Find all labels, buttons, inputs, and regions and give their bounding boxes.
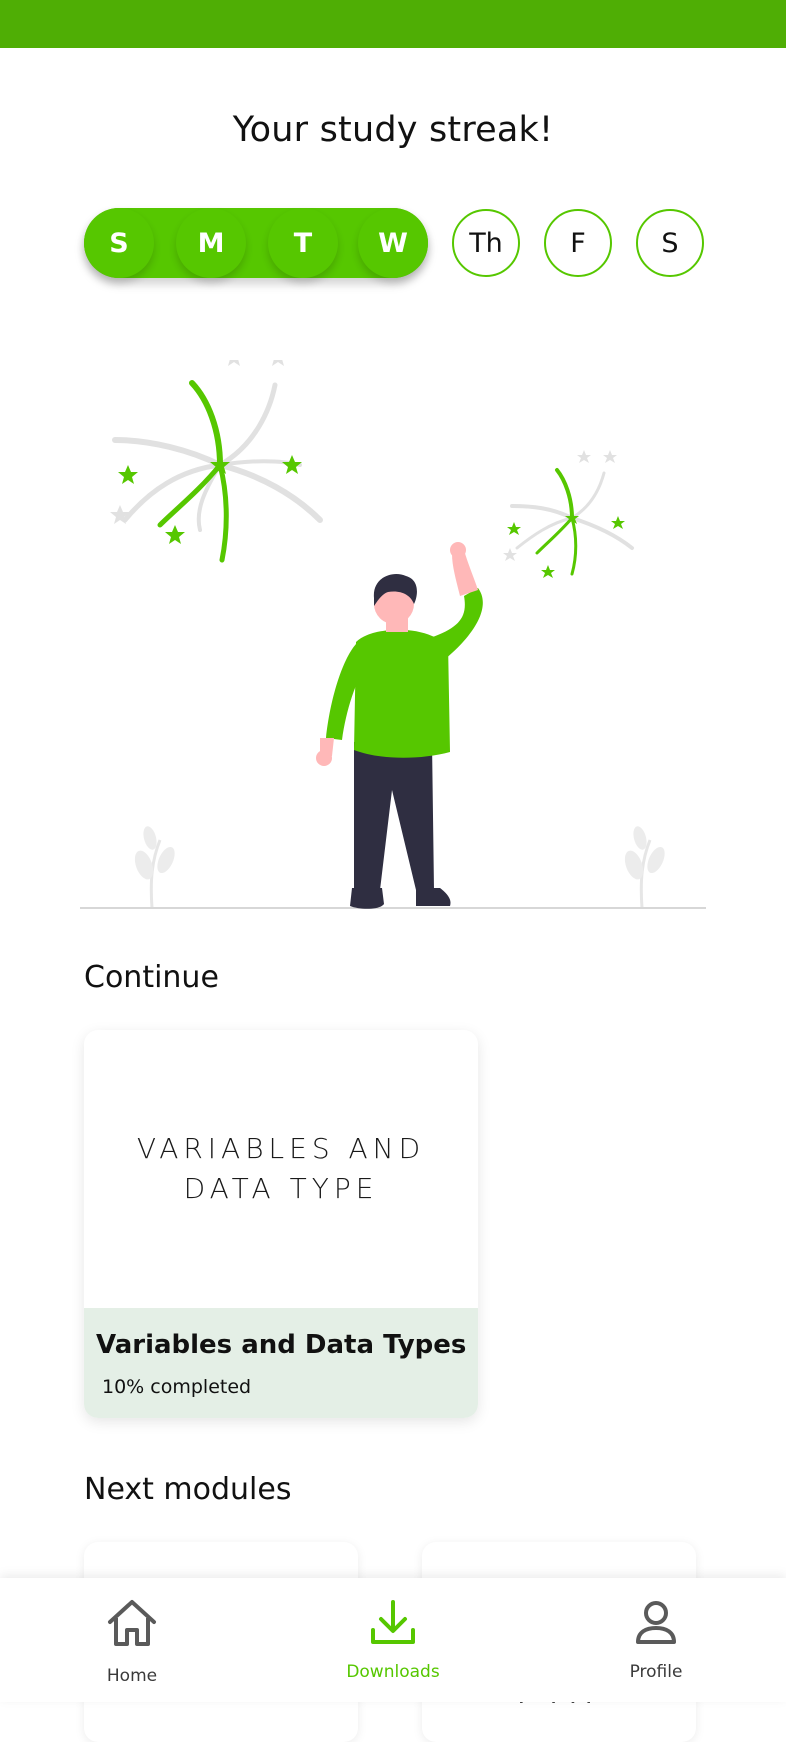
- firework-small-icon: [503, 450, 634, 578]
- firework-large-icon: [110, 360, 323, 563]
- plant-left-icon: [134, 826, 175, 909]
- nav-item-downloads[interactable]: Downloads: [293, 1578, 493, 1702]
- streak-day-thursday: Th: [452, 209, 520, 277]
- streak-day-tuesday: T: [268, 208, 338, 278]
- nav-label-profile: Profile: [629, 1662, 683, 1682]
- plant-right-icon: [624, 826, 665, 909]
- course-card-progress: 10% completed: [102, 1376, 252, 1398]
- continue-section-title: Continue: [84, 960, 219, 995]
- celebration-illustration: [80, 360, 706, 909]
- continue-course-card[interactable]: VARIABLES AND DATA TYPE Variables and Da…: [84, 1030, 478, 1418]
- nav-label-home: Home: [106, 1666, 158, 1686]
- bottom-navigation: Home Downloads Profile: [0, 1578, 786, 1702]
- home-icon: [108, 1600, 156, 1646]
- nav-item-home[interactable]: Home: [32, 1578, 232, 1702]
- course-thumbnail-text: VARIABLES AND DATA TYPE: [136, 1132, 426, 1205]
- streak-day-wednesday: W: [358, 208, 428, 278]
- streak-day-monday: M: [176, 208, 246, 278]
- nav-item-profile[interactable]: Profile: [556, 1578, 756, 1702]
- streak-tracker: S M T W Th F S: [0, 208, 786, 278]
- streak-day-friday: F: [544, 209, 612, 277]
- page-title: Your study streak!: [232, 110, 554, 150]
- download-icon: [371, 1600, 415, 1644]
- person-cheering-icon: [316, 542, 483, 909]
- nav-label-downloads: Downloads: [346, 1662, 440, 1682]
- next-modules-section-title: Next modules: [84, 1472, 292, 1507]
- course-card-title: Variables and Data Types: [96, 1330, 467, 1360]
- streak-day-saturday: S: [636, 209, 704, 277]
- course-card-footer: Variables and Data Types 10% completed: [84, 1308, 478, 1418]
- streak-day-sunday: S: [84, 208, 154, 278]
- status-bar: [0, 0, 786, 48]
- course-thumbnail: VARIABLES AND DATA TYPE: [84, 1030, 478, 1308]
- profile-icon: [636, 1601, 676, 1644]
